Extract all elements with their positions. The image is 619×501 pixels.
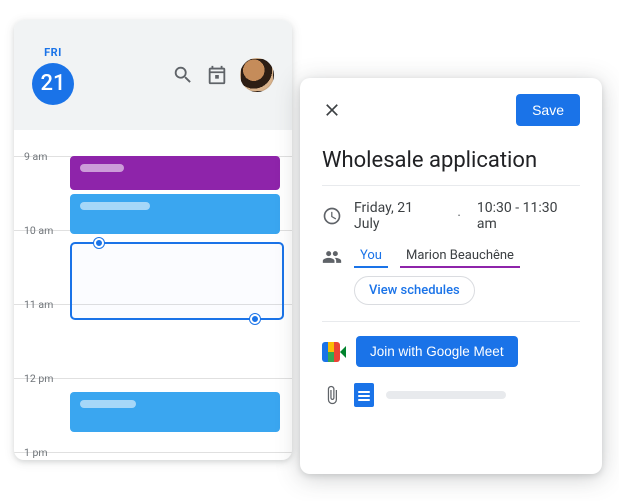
meet-row: Join with Google Meet: [322, 336, 580, 367]
event-title-placeholder: [80, 400, 136, 408]
time-selection[interactable]: [70, 242, 284, 320]
event-block-blue-1[interactable]: [70, 194, 280, 234]
today-icon[interactable]: [206, 64, 228, 86]
join-meet-button[interactable]: Join with Google Meet: [356, 336, 518, 367]
attachment-icon: [322, 385, 342, 405]
divider: [322, 185, 580, 186]
guest-pill-you[interactable]: You: [354, 246, 388, 268]
divider: [322, 321, 580, 322]
hour-line-1: 1 pm: [14, 452, 292, 453]
event-title-placeholder: [80, 164, 124, 172]
hour-line-12: 12 pm: [14, 378, 292, 379]
dot-separator: ·: [457, 208, 461, 224]
day-number: 21: [32, 63, 74, 105]
close-icon[interactable]: [322, 100, 342, 120]
google-doc-icon[interactable]: [354, 383, 374, 407]
event-title[interactable]: Wholesale application: [322, 148, 580, 173]
guests-row[interactable]: You Marion Beauchêne: [322, 246, 580, 268]
hour-label: 12 pm: [24, 372, 54, 385]
google-meet-icon: [322, 342, 346, 362]
attachment-row[interactable]: [322, 383, 580, 407]
drag-handle-end[interactable]: [250, 314, 260, 324]
hour-label: 10 am: [24, 224, 53, 237]
event-date: Friday, 21 July: [354, 200, 441, 232]
drag-handle-start[interactable]: [94, 238, 104, 248]
calendar-card: FRI 21 9 am 10 am 11 am 12 pm 1 pm: [14, 20, 292, 460]
hour-label: 11 am: [24, 298, 53, 311]
hour-label: 9 am: [24, 150, 47, 163]
search-icon[interactable]: [172, 64, 194, 86]
view-schedules-button[interactable]: View schedules: [354, 276, 475, 305]
day-abbr: FRI: [32, 46, 74, 59]
event-block-blue-2[interactable]: [70, 392, 280, 432]
event-block-purple[interactable]: [70, 156, 280, 190]
clock-icon: [322, 206, 342, 226]
calendar-header: FRI 21: [14, 20, 292, 130]
calendar-grid[interactable]: 9 am 10 am 11 am 12 pm 1 pm: [14, 130, 292, 460]
save-button[interactable]: Save: [516, 94, 580, 126]
hour-label: 1 pm: [24, 446, 48, 459]
avatar[interactable]: [240, 58, 274, 92]
guest-pill-marion[interactable]: Marion Beauchêne: [400, 246, 520, 268]
datetime-row[interactable]: Friday, 21 July · 10:30 - 11:30 am: [322, 200, 580, 232]
panel-header: Save: [322, 94, 580, 126]
event-time: 10:30 - 11:30 am: [477, 200, 580, 232]
attachment-name-placeholder: [386, 391, 506, 399]
event-title-placeholder: [80, 202, 150, 210]
people-icon: [322, 247, 342, 267]
event-panel: Save Wholesale application Friday, 21 Ju…: [300, 78, 602, 474]
day-column[interactable]: FRI 21: [32, 46, 74, 105]
